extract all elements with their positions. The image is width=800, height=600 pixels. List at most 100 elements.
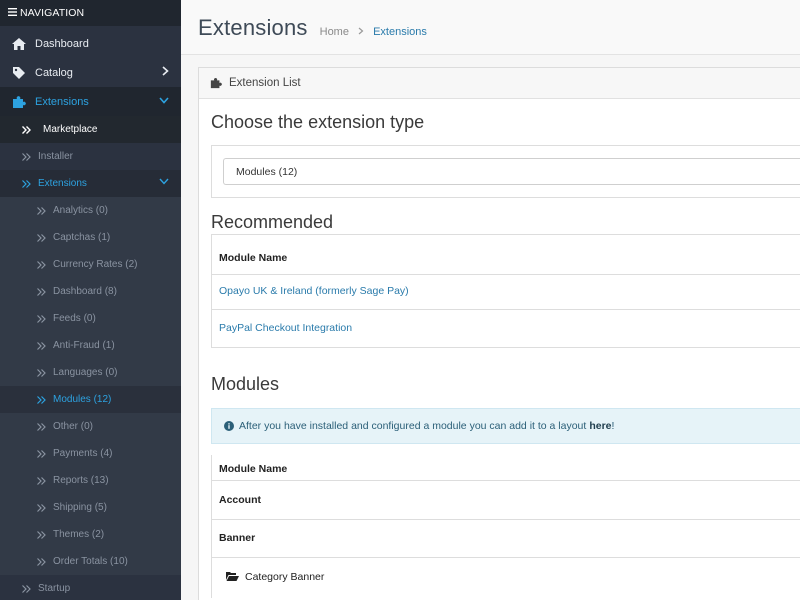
chevron-right-icon xyxy=(162,66,169,79)
breadcrumb: Home Extensions xyxy=(320,26,427,41)
sidebar-item-marketplace[interactable]: Marketplace xyxy=(0,116,181,143)
nav-header-label: NAVIGATION xyxy=(20,7,85,19)
table-row: Opayo UK & Ireland (formerly Sage Pay) xyxy=(212,275,800,310)
double-chevron-icon xyxy=(22,125,31,134)
page-header: Extensions Home Extensions xyxy=(181,0,800,55)
breadcrumb-extensions[interactable]: Extensions xyxy=(373,26,427,38)
sidebar-item-label: Captchas (1) xyxy=(53,232,111,243)
sidebar-subitem-anti-fraud[interactable]: Anti-Fraud (1) xyxy=(0,332,181,359)
double-chevron-icon xyxy=(37,368,46,377)
recommended-table: Module Name Opayo UK & Ireland (formerly… xyxy=(211,234,800,348)
recommended-link[interactable]: Opayo UK & Ireland (formerly Sage Pay) xyxy=(219,285,409,297)
sidebar-item-label: Shipping (5) xyxy=(53,502,107,513)
main-content: Extensions Home Extensions Extension Lis… xyxy=(181,0,800,600)
info-circle-icon xyxy=(224,421,234,431)
double-chevron-icon xyxy=(37,476,46,485)
table-header-row: Module Name xyxy=(212,235,800,275)
table-row: Category Banner xyxy=(212,558,800,598)
chevron-down-icon xyxy=(159,177,169,188)
sidebar-item-label: Dashboard (8) xyxy=(53,286,117,297)
table-row: PayPal Checkout Integration xyxy=(212,310,800,348)
double-chevron-icon xyxy=(37,449,46,458)
sidebar-item-label: Order Totals (10) xyxy=(53,556,128,567)
sidebar-item-installer[interactable]: Installer xyxy=(0,143,181,170)
choose-type-title: Choose the extension type xyxy=(211,112,425,132)
double-chevron-icon xyxy=(37,206,46,215)
sidebar-subitem-payments[interactable]: Payments (4) xyxy=(0,440,181,467)
sidebar: NAVIGATION Dashboard Catalog Extensions … xyxy=(0,0,181,600)
sidebar-item-label: Catalog xyxy=(35,66,73,79)
sidebar-item-label: Other (0) xyxy=(53,421,94,432)
extension-type-select[interactable]: Modules (12) xyxy=(223,158,800,185)
sidebar-item-label: Startup xyxy=(38,583,71,594)
sidebar-item-extensions[interactable]: Extensions xyxy=(0,87,181,116)
panel-heading-label: Extension List xyxy=(229,77,301,89)
sidebar-subitem-languages[interactable]: Languages (0) xyxy=(0,359,181,386)
modules-title: Modules xyxy=(211,374,280,394)
double-chevron-icon xyxy=(37,557,46,566)
folder-open-icon xyxy=(226,571,239,584)
sidebar-item-catalog[interactable]: Catalog xyxy=(0,58,181,87)
double-chevron-icon xyxy=(37,260,46,269)
breadcrumb-home[interactable]: Home xyxy=(320,26,349,38)
puzzle-icon xyxy=(12,95,26,109)
sidebar-item-label: Languages (0) xyxy=(53,367,118,378)
sidebar-item-dashboard[interactable]: Dashboard xyxy=(0,29,181,58)
sidebar-item-label: Themes (2) xyxy=(53,529,105,540)
alert-here-link[interactable]: here xyxy=(589,420,611,432)
sidebar-item-label: Marketplace xyxy=(43,124,98,135)
double-chevron-icon xyxy=(37,341,46,350)
sidebar-subitem-shipping[interactable]: Shipping (5) xyxy=(0,494,181,521)
sidebar-subitem-reports[interactable]: Reports (13) xyxy=(0,467,181,494)
double-chevron-icon xyxy=(37,503,46,512)
table-header-row: Module Name xyxy=(212,455,800,481)
chevron-down-icon xyxy=(159,95,169,107)
recommended-title: Recommended xyxy=(211,212,334,232)
sidebar-item-label: Currency Rates (2) xyxy=(53,259,138,270)
sidebar-item-label: Payments (4) xyxy=(53,448,113,459)
module-category-banner[interactable]: Category Banner xyxy=(245,571,324,583)
sidebar-item-label: Installer xyxy=(38,151,74,162)
double-chevron-icon xyxy=(37,233,46,242)
double-chevron-icon xyxy=(37,530,46,539)
sidebar-item-label: Reports (13) xyxy=(53,475,109,486)
double-chevron-icon xyxy=(37,422,46,431)
menu-icon xyxy=(8,7,17,19)
modules-table: Module Name Account Banner Category Bann… xyxy=(211,455,800,598)
puzzle-icon xyxy=(210,77,222,89)
sidebar-subitem-dashboard[interactable]: Dashboard (8) xyxy=(0,278,181,305)
chevron-right-icon xyxy=(358,26,367,38)
alert-text: After you have installed and configured … xyxy=(239,420,587,432)
sidebar-item-label: Anti-Fraud (1) xyxy=(53,340,115,351)
tag-icon xyxy=(12,66,26,80)
extension-type-list: Analytics (0) Captchas (1) Currency Rates … xyxy=(0,197,181,575)
sidebar-subitem-currency-rates[interactable]: Currency Rates (2) xyxy=(0,251,181,278)
recommended-link[interactable]: PayPal Checkout Integration xyxy=(219,322,352,334)
sidebar-subitem-modules[interactable]: Modules (12) xyxy=(0,386,181,413)
sidebar-item-label: Extensions xyxy=(38,178,87,189)
sidebar-subitem-captchas[interactable]: Captchas (1) xyxy=(0,224,181,251)
double-chevron-icon xyxy=(22,584,31,593)
module-group-account: Account xyxy=(219,494,261,506)
extension-list-panel: Extension List Choose the extension type… xyxy=(198,67,800,600)
sidebar-item-startup[interactable]: Startup xyxy=(0,575,181,600)
sidebar-item-extensions-sub[interactable]: Extensions xyxy=(0,170,181,197)
panel-heading: Extension List xyxy=(199,68,800,99)
double-chevron-icon xyxy=(22,179,31,188)
sidebar-item-label: Modules (12) xyxy=(53,394,112,405)
sidebar-subitem-feeds[interactable]: Feeds (0) xyxy=(0,305,181,332)
double-chevron-icon xyxy=(37,314,46,323)
info-alert: After you have installed and configured … xyxy=(211,408,800,444)
sidebar-subitem-analytics[interactable]: Analytics (0) xyxy=(0,197,181,224)
alert-end: ! xyxy=(611,420,615,432)
sidebar-item-label: Analytics (0) xyxy=(53,205,109,216)
sidebar-item-label: Feeds (0) xyxy=(53,313,96,324)
sidebar-subitem-other[interactable]: Other (0) xyxy=(0,413,181,440)
module-group-banner: Banner xyxy=(219,532,256,544)
column-header-module-name: Module Name xyxy=(219,463,288,475)
sidebar-subitem-order-totals[interactable]: Order Totals (10) xyxy=(0,548,181,575)
sidebar-item-label: Dashboard xyxy=(35,37,89,50)
nav-header[interactable]: NAVIGATION xyxy=(0,0,181,26)
double-chevron-icon xyxy=(37,395,46,404)
sidebar-subitem-themes[interactable]: Themes (2) xyxy=(0,521,181,548)
